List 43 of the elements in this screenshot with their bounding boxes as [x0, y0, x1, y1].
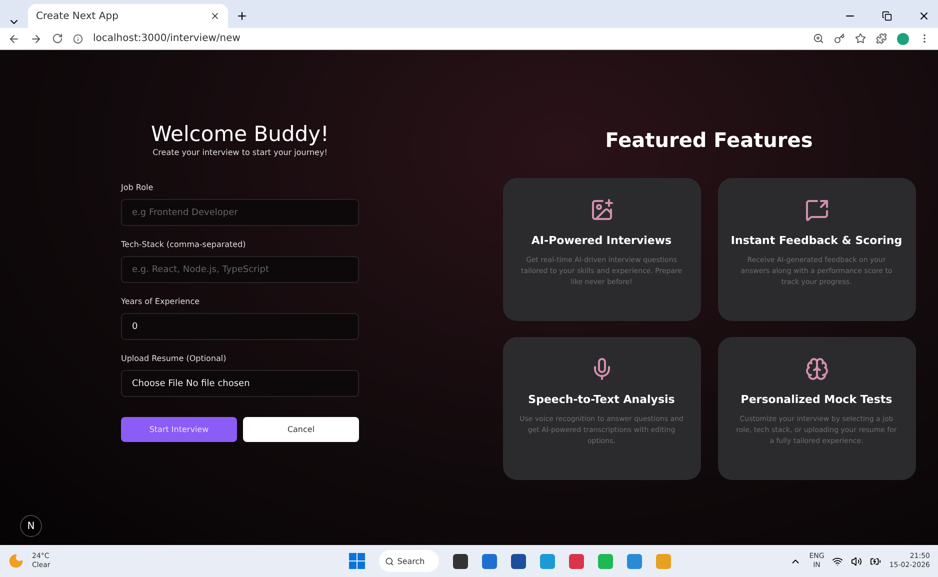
card-title: Speech-to-Text Analysis	[528, 393, 675, 406]
dev-badge[interactable]: N	[20, 515, 42, 537]
number-field[interactable]: 0	[121, 313, 359, 340]
restore-icon[interactable]	[882, 11, 892, 21]
file-field[interactable]: Choose File No file chosen	[121, 370, 359, 397]
zoom-icon[interactable]	[813, 33, 824, 44]
start-icon[interactable]	[349, 553, 366, 569]
back-icon[interactable]	[8, 32, 20, 44]
app-icon[interactable]	[453, 554, 468, 568]
bookmark-icon[interactable]	[855, 33, 866, 44]
volume-icon[interactable]	[851, 556, 862, 566]
cancel-button[interactable]: Cancel	[243, 417, 359, 442]
app-icon[interactable]	[511, 554, 526, 568]
field-label: Job Role	[121, 183, 154, 192]
new-tab-icon[interactable]	[236, 10, 248, 22]
taskbar-search[interactable]: Search	[379, 550, 440, 572]
close-icon[interactable]	[210, 11, 220, 21]
info-icon[interactable]	[73, 34, 83, 44]
close-icon[interactable]	[918, 10, 930, 22]
form-subtitle: Create your interview to start your journey!	[152, 148, 328, 157]
input-field[interactable]: e.g Frontend Developer	[121, 199, 359, 226]
key-icon[interactable]	[834, 33, 845, 44]
forward-icon[interactable]	[30, 32, 42, 44]
input-field[interactable]: e.g. React, Node.js, TypeScript	[121, 256, 359, 283]
card-title: Instant Feedback & Scoring	[730, 234, 902, 247]
profile-icon[interactable]	[897, 32, 909, 44]
field-label: Years of Experience	[121, 297, 201, 306]
features-title: Featured Features	[605, 128, 813, 152]
card-title: AI-Powered Interviews	[531, 234, 672, 247]
wifi-icon[interactable]	[832, 556, 844, 566]
browser-tab[interactable]: Create Next App	[28, 4, 228, 28]
image-icon	[590, 198, 614, 222]
battery-icon[interactable]	[870, 556, 882, 566]
field-label: Tech-Stack (comma-separated)	[121, 240, 247, 249]
extensions-icon[interactable]	[876, 33, 887, 44]
brain-icon	[804, 357, 828, 381]
reload-icon[interactable]	[52, 33, 63, 44]
search-icon	[385, 556, 394, 566]
message-icon	[804, 198, 828, 222]
url-field[interactable]: localhost:3000/interview/new	[93, 33, 240, 44]
card-title: Personalized Mock Tests	[740, 393, 892, 406]
form-title: Welcome Buddy!	[150, 122, 330, 146]
field-label: Upload Resume (Optional)	[121, 354, 228, 363]
